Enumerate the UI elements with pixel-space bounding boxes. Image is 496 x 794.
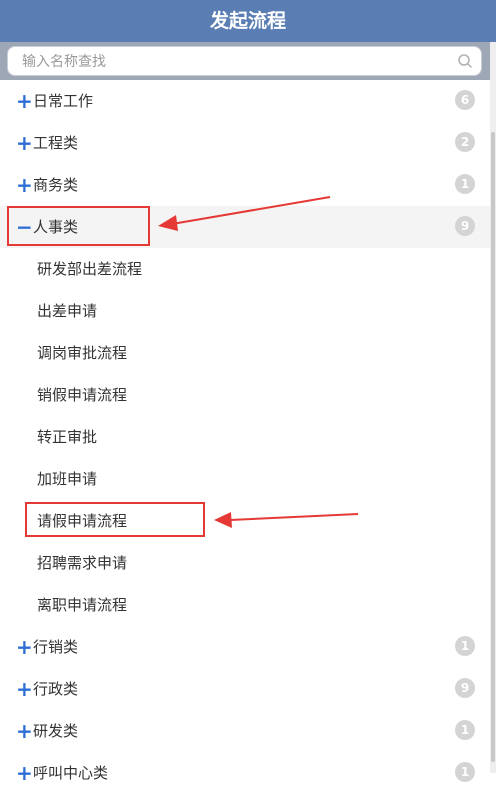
category-row-marketing[interactable]: + 行销类 1	[0, 626, 490, 668]
category-label: 呼叫中心类	[33, 764, 109, 782]
count-badge: 2	[455, 132, 475, 152]
expand-icon: +	[16, 89, 33, 113]
scrollbar-thumb[interactable]	[491, 132, 495, 762]
count-badge: 6	[455, 90, 475, 110]
process-item[interactable]: 招聘需求申请	[0, 542, 490, 584]
category-label: 商务类	[33, 176, 79, 194]
process-item[interactable]: 离职申请流程	[0, 584, 490, 626]
category-row-rnd[interactable]: + 研发类 1	[0, 710, 490, 752]
process-label: 调岗审批流程	[37, 344, 128, 362]
annotation-box-leave-request	[25, 502, 205, 537]
category-label: 工程类	[33, 134, 79, 152]
process-label: 销假申请流程	[37, 386, 128, 404]
count-badge: 1	[455, 636, 475, 656]
count-badge: 1	[455, 762, 475, 782]
search-bar	[0, 42, 496, 80]
category-row-admin[interactable]: + 行政类 9	[0, 668, 490, 710]
count-badge: 1	[455, 720, 475, 740]
annotation-box-hr	[7, 206, 150, 246]
expand-icon: +	[16, 761, 33, 785]
category-label: 行销类	[33, 638, 79, 656]
process-item[interactable]: 出差申请	[0, 290, 490, 332]
process-label: 研发部出差流程	[37, 260, 143, 278]
category-label: 行政类	[33, 680, 79, 698]
process-label: 招聘需求申请	[37, 554, 128, 572]
process-label: 转正审批	[37, 428, 98, 446]
category-row-call-center[interactable]: + 呼叫中心类 1	[0, 752, 490, 794]
count-badge: 9	[455, 216, 475, 236]
page-title: 发起流程	[0, 0, 496, 42]
process-item[interactable]: 转正审批	[0, 416, 490, 458]
category-row-engineering[interactable]: + 工程类 2	[0, 122, 490, 164]
category-label: 日常工作	[33, 92, 94, 110]
scrollbar-track[interactable]	[490, 42, 496, 773]
process-label: 离职申请流程	[37, 596, 128, 614]
expand-icon: +	[16, 719, 33, 743]
search-icon[interactable]	[457, 53, 473, 69]
process-item[interactable]: 销假申请流程	[0, 374, 490, 416]
process-item[interactable]: 调岗审批流程	[0, 332, 490, 374]
expand-icon: +	[16, 131, 33, 155]
process-label: 出差申请	[37, 302, 98, 320]
expand-icon: +	[16, 677, 33, 701]
search-input[interactable]	[20, 49, 444, 75]
expand-icon: +	[16, 173, 33, 197]
category-row-daily-work[interactable]: + 日常工作 6	[0, 80, 490, 122]
process-list: + 日常工作 6 + 工程类 2 + 商务类 1 − 人事类 9 研发部出差流程…	[0, 80, 490, 794]
count-badge: 1	[455, 174, 475, 194]
expand-icon: +	[16, 635, 33, 659]
search-box[interactable]	[7, 46, 482, 76]
process-item[interactable]: 加班申请	[0, 458, 490, 500]
category-label: 研发类	[33, 722, 79, 740]
category-row-business[interactable]: + 商务类 1	[0, 164, 490, 206]
process-label: 加班申请	[37, 470, 98, 488]
process-item[interactable]: 研发部出差流程	[0, 248, 490, 290]
count-badge: 9	[455, 678, 475, 698]
